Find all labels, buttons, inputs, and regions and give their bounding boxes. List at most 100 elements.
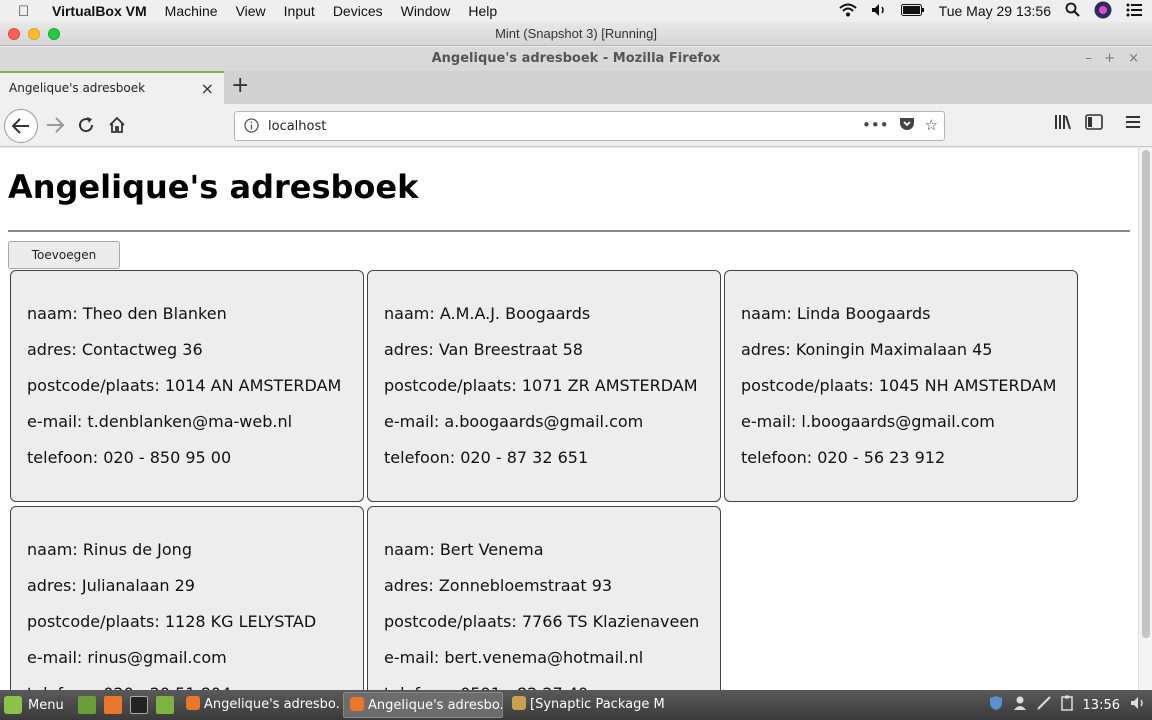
contact-postcode: postcode/plaats: 1014 AN AMSTERDAM: [27, 376, 342, 395]
notification-center-icon[interactable]: [1126, 3, 1142, 20]
siri-icon[interactable]: [1094, 1, 1112, 22]
contact-card: naam: A.M.A.J. Boogaards adres: Van Bree…: [367, 270, 721, 502]
page-actions-icon[interactable]: •••: [862, 116, 889, 135]
close-icon[interactable]: ×: [1128, 47, 1139, 71]
taskbar-task[interactable]: [Synaptic Package M...: [506, 692, 666, 718]
contact-email: e-mail: rinus@gmail.com: [27, 648, 227, 667]
reload-icon[interactable]: [71, 110, 101, 140]
contact-name: naam: Linda Boogaards: [741, 304, 931, 323]
volume-icon[interactable]: [1130, 696, 1146, 714]
menubar-clock[interactable]: Tue May 29 13:56: [939, 3, 1051, 19]
contact-card: naam: Bert Venema adres: Zonnebloemstraa…: [367, 506, 721, 690]
show-desktop-icon[interactable]: [77, 696, 96, 714]
apple-icon[interactable]: : [18, 3, 38, 20]
firefox-icon: [186, 696, 200, 710]
bookmark-star-icon[interactable]: ☆: [925, 116, 938, 135]
menu-machine[interactable]: Machine: [165, 3, 218, 19]
home-icon[interactable]: [102, 110, 132, 140]
forward-icon[interactable]: [40, 110, 70, 140]
contact-address: adres: Zonnebloemstraat 93: [384, 576, 613, 595]
site-info-icon[interactable]: [244, 118, 259, 137]
firefox-titlebar: Angelique's adresboek - Mozilla Firefox …: [0, 47, 1152, 71]
window-close-button[interactable]: [8, 28, 20, 40]
tab-adresboek[interactable]: Angelique's adresboek ×: [0, 71, 224, 104]
start-menu-button[interactable]: Menu: [4, 696, 64, 714]
scrollbar-thumb[interactable]: [1142, 150, 1150, 638]
contact-email: e-mail: l.boogaards@gmail.com: [741, 412, 995, 431]
clipboard-icon[interactable]: [1060, 695, 1073, 715]
page-title: Angelique's adresboek: [8, 168, 419, 206]
menu-app-name[interactable]: VirtualBox VM: [52, 3, 147, 19]
contact-postcode: postcode/plaats: 1071 ZR AMSTERDAM: [384, 376, 698, 395]
url-text[interactable]: localhost: [268, 119, 326, 134]
tab-close-icon[interactable]: ×: [201, 79, 214, 98]
contact-phone: telefoon: 020 - 56 23 912: [741, 448, 946, 467]
contact-phone: telefoon: 0591 - 82 27 40: [384, 679, 720, 690]
maximize-icon[interactable]: +: [1104, 47, 1115, 71]
taskbar-task-active[interactable]: Angelique's adresbo...: [343, 692, 503, 718]
mint-logo-icon: [4, 696, 22, 714]
start-menu-label: Menu: [28, 697, 64, 713]
hamburger-menu-icon[interactable]: [1125, 114, 1141, 133]
firefox-icon: [350, 697, 364, 711]
tab-title: Angelique's adresboek: [9, 81, 146, 95]
window-minimize-button[interactable]: [28, 28, 40, 40]
system-tray: 13:56: [989, 690, 1146, 720]
contact-address: adres: Julianalaan 29: [27, 576, 195, 595]
contact-postcode: postcode/plaats: 1045 NH AMSTERDAM: [741, 376, 1057, 395]
spotlight-search-icon[interactable]: [1065, 2, 1080, 20]
contact-phone: telefoon: 020 - 20 51 804: [27, 679, 363, 690]
contact-postcode: postcode/plaats: 7766 TS Klazienaveen: [384, 612, 700, 631]
taskbar-task[interactable]: Angelique's adresbo...: [180, 692, 340, 718]
firefox-launcher-icon[interactable]: [103, 696, 122, 714]
url-bar[interactable]: localhost ••• ☆: [234, 111, 945, 141]
page-scrollbar[interactable]: [1138, 148, 1152, 690]
taskbar-clock[interactable]: 13:56: [1083, 698, 1120, 713]
user-icon[interactable]: [1013, 695, 1027, 715]
back-icon[interactable]: [4, 109, 38, 143]
terminal-launcher-icon[interactable]: [129, 696, 148, 714]
network-icon[interactable]: [1036, 696, 1051, 714]
contact-address: adres: Contactweg 36: [27, 340, 203, 359]
task-label: Angelique's adresbo...: [204, 697, 340, 712]
synaptic-icon: [512, 696, 526, 710]
contact-postcode: postcode/plaats: 1128 KG LELYSTAD: [27, 612, 317, 631]
contact-email: e-mail: bert.venema@hotmail.nl: [384, 648, 644, 667]
pocket-icon[interactable]: [899, 116, 915, 135]
battery-icon[interactable]: [900, 3, 925, 19]
volume-icon[interactable]: [871, 3, 887, 20]
menu-view[interactable]: View: [236, 3, 266, 19]
menu-devices[interactable]: Devices: [333, 3, 383, 19]
contact-email: e-mail: a.boogaards@gmail.com: [384, 412, 644, 431]
menu-help[interactable]: Help: [468, 3, 497, 19]
contact-card: naam: Theo den Blanken adres: Contactweg…: [10, 270, 364, 502]
wifi-icon[interactable]: [839, 3, 857, 20]
contact-card: naam: Linda Boogaards adres: Koningin Ma…: [724, 270, 1078, 502]
contact-name: naam: A.M.A.J. Boogaards: [384, 304, 591, 323]
window-zoom-button[interactable]: [48, 28, 60, 40]
new-tab-icon[interactable]: +: [231, 73, 249, 98]
menu-input[interactable]: Input: [284, 3, 315, 19]
page-content: Angelique's adresboek Toevoegen naam: Th…: [0, 148, 1138, 690]
contact-address: adres: Koningin Maximalaan 45: [741, 340, 993, 359]
contact-name: naam: Theo den Blanken: [27, 304, 227, 323]
firefox-window-title: Angelique's adresboek - Mozilla Firefox: [431, 51, 721, 66]
files-launcher-icon[interactable]: [155, 696, 174, 714]
add-contact-button[interactable]: Toevoegen: [8, 241, 120, 269]
contact-name: naam: Rinus de Jong: [27, 540, 192, 559]
contact-email: e-mail: t.denblanken@ma-web.nl: [27, 412, 293, 431]
tab-strip: Angelique's adresboek × +: [0, 71, 1152, 104]
heading-divider: [8, 230, 1130, 232]
sidebar-icon[interactable]: [1085, 114, 1103, 134]
task-label: [Synaptic Package M...: [530, 697, 666, 712]
contact-address: adres: Van Breestraat 58: [384, 340, 583, 359]
shield-icon[interactable]: [989, 695, 1003, 715]
contact-phone: telefoon: 020 - 87 32 651: [384, 448, 589, 467]
minimize-icon[interactable]: –: [1086, 47, 1093, 71]
menu-window[interactable]: Window: [401, 3, 451, 19]
vm-window-titlebar: Mint (Snapshot 3) [Running]: [0, 22, 1152, 46]
task-label: Angelique's adresbo...: [368, 698, 503, 713]
library-icon[interactable]: [1054, 114, 1072, 134]
vm-window-title: Mint (Snapshot 3) [Running]: [495, 26, 657, 41]
mac-menubar:  VirtualBox VM Machine View Input Devic…: [0, 0, 1152, 22]
